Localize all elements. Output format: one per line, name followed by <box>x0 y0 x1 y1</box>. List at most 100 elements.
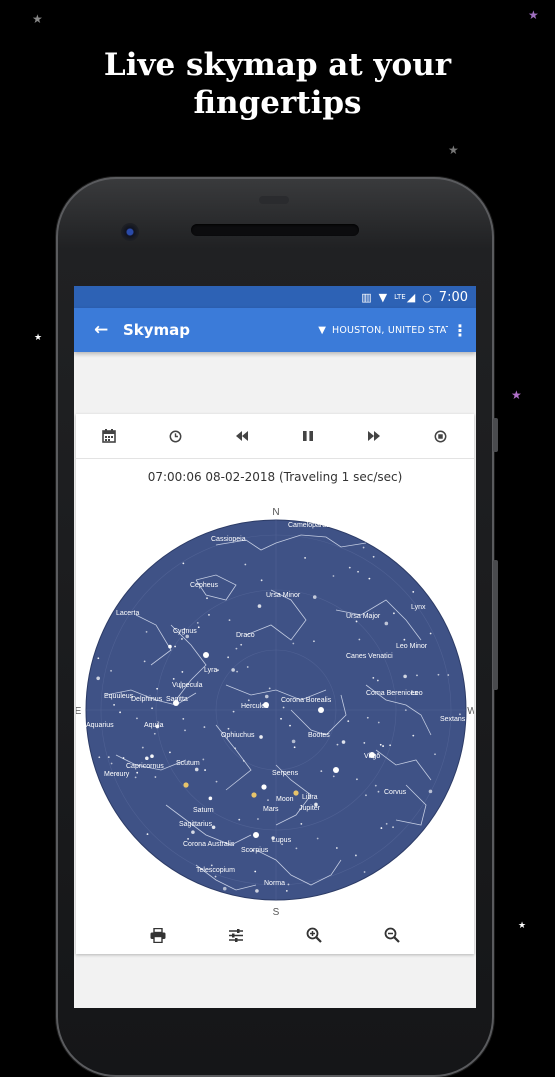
star <box>196 621 199 624</box>
star <box>416 674 418 677</box>
constellation-label: Sagittarius <box>179 821 213 828</box>
star <box>257 604 262 608</box>
print-button[interactable] <box>142 920 174 950</box>
star <box>215 780 218 783</box>
star <box>347 720 350 723</box>
star <box>146 833 149 835</box>
skymap-card: 07:00:06 08-02-2018 (Traveling 1 sec/sec… <box>75 414 476 954</box>
star <box>169 751 171 754</box>
simulation-time-label: 07:00:06 08-02-2018 (Traveling 1 sec/sec… <box>147 470 403 484</box>
star <box>122 757 125 759</box>
star <box>98 756 101 759</box>
star <box>291 739 296 744</box>
star <box>447 674 450 676</box>
decorative-star-icon: ★ <box>448 143 459 157</box>
bright-star <box>333 767 339 773</box>
phone-side-button <box>493 418 498 452</box>
more-options-icon[interactable]: ⋮ <box>450 321 470 340</box>
pause-button[interactable] <box>288 418 328 454</box>
star <box>168 644 172 649</box>
star <box>197 626 200 629</box>
headline-line-2: fingertips <box>193 85 362 121</box>
star <box>246 666 249 668</box>
wifi-icon: ▼ <box>378 290 388 304</box>
signal-icon: ◢ <box>406 290 416 304</box>
star <box>355 854 357 857</box>
star <box>363 742 366 744</box>
star <box>145 630 148 633</box>
star <box>234 747 237 750</box>
star <box>119 711 121 714</box>
constellation-label: Leo <box>411 690 423 697</box>
star <box>260 579 263 582</box>
star <box>336 743 339 746</box>
map-actions-bar <box>76 918 474 952</box>
star <box>153 732 156 735</box>
star <box>143 660 146 663</box>
star <box>204 769 206 771</box>
constellation-label: Scutum <box>176 760 200 767</box>
star <box>236 670 239 673</box>
star <box>392 826 394 829</box>
star <box>97 657 100 660</box>
star <box>389 744 392 747</box>
star <box>208 613 210 616</box>
phone-sensor <box>259 196 289 204</box>
north-label: N <box>272 507 279 518</box>
constellation-label: Aquila <box>144 722 164 729</box>
constellation-label: Scorpius <box>241 847 269 854</box>
star <box>110 669 112 672</box>
star <box>151 707 153 710</box>
skymap-view[interactable]: N S E W Cassiopeia Camelopardalis Cepheus Ursa … <box>75 505 476 918</box>
star <box>110 762 113 765</box>
star <box>300 823 303 825</box>
constellation-label: Cygnus <box>173 628 197 635</box>
star <box>287 883 290 886</box>
vibrate-icon: ▥ <box>361 290 372 304</box>
location-selector[interactable]: HOUSTON, UNITED STAT... <box>332 325 448 336</box>
constellation-label: Moon <box>276 796 294 803</box>
fast-forward-button[interactable] <box>354 418 394 454</box>
zoom-in-button[interactable] <box>298 920 330 950</box>
star <box>332 575 335 577</box>
star <box>182 562 185 565</box>
calendar-button[interactable] <box>89 418 129 454</box>
constellation-label: Canes Venatici <box>346 653 393 660</box>
constellation-label: Corvus <box>384 789 407 796</box>
star <box>107 756 110 759</box>
display-settings-button[interactable] <box>220 920 252 950</box>
star <box>355 620 358 623</box>
star <box>412 590 415 593</box>
clock-button[interactable] <box>155 418 195 454</box>
star <box>382 745 384 747</box>
constellation-label: Lynx <box>411 604 426 611</box>
phone-screen: ▥ ▼ LTE ◢ ○ 7:00 ← Skymap ▼ HOUSTON, UNI… <box>74 286 476 1008</box>
zoom-out-button[interactable] <box>376 920 408 950</box>
star <box>357 570 359 573</box>
star <box>222 886 227 891</box>
constellation-label: Lacerta <box>116 610 139 617</box>
star <box>181 671 184 673</box>
star <box>267 799 269 802</box>
bright-star <box>318 707 324 713</box>
constellation-label: Hercules <box>241 703 269 710</box>
location-pin-icon[interactable]: ▼ <box>318 325 326 336</box>
star <box>320 770 323 773</box>
constellation-label: Vulpecula <box>172 682 203 689</box>
star <box>228 619 231 622</box>
star <box>362 546 365 549</box>
stop-button[interactable] <box>421 418 461 454</box>
star <box>282 706 285 709</box>
constellation-label: Mercury <box>104 771 130 778</box>
star <box>429 632 432 635</box>
skymap-svg[interactable]: N S E W Cassiopeia Camelopardalis Cepheus Ursa … <box>75 505 476 918</box>
star <box>316 837 319 840</box>
stop-icon <box>434 430 447 442</box>
calendar-icon <box>102 429 116 443</box>
star <box>191 830 195 834</box>
rewind-button[interactable] <box>222 418 262 454</box>
back-arrow-icon[interactable]: ← <box>94 320 114 340</box>
star <box>113 703 115 706</box>
constellation-label: Ursa Minor <box>266 592 301 599</box>
star <box>134 776 137 779</box>
